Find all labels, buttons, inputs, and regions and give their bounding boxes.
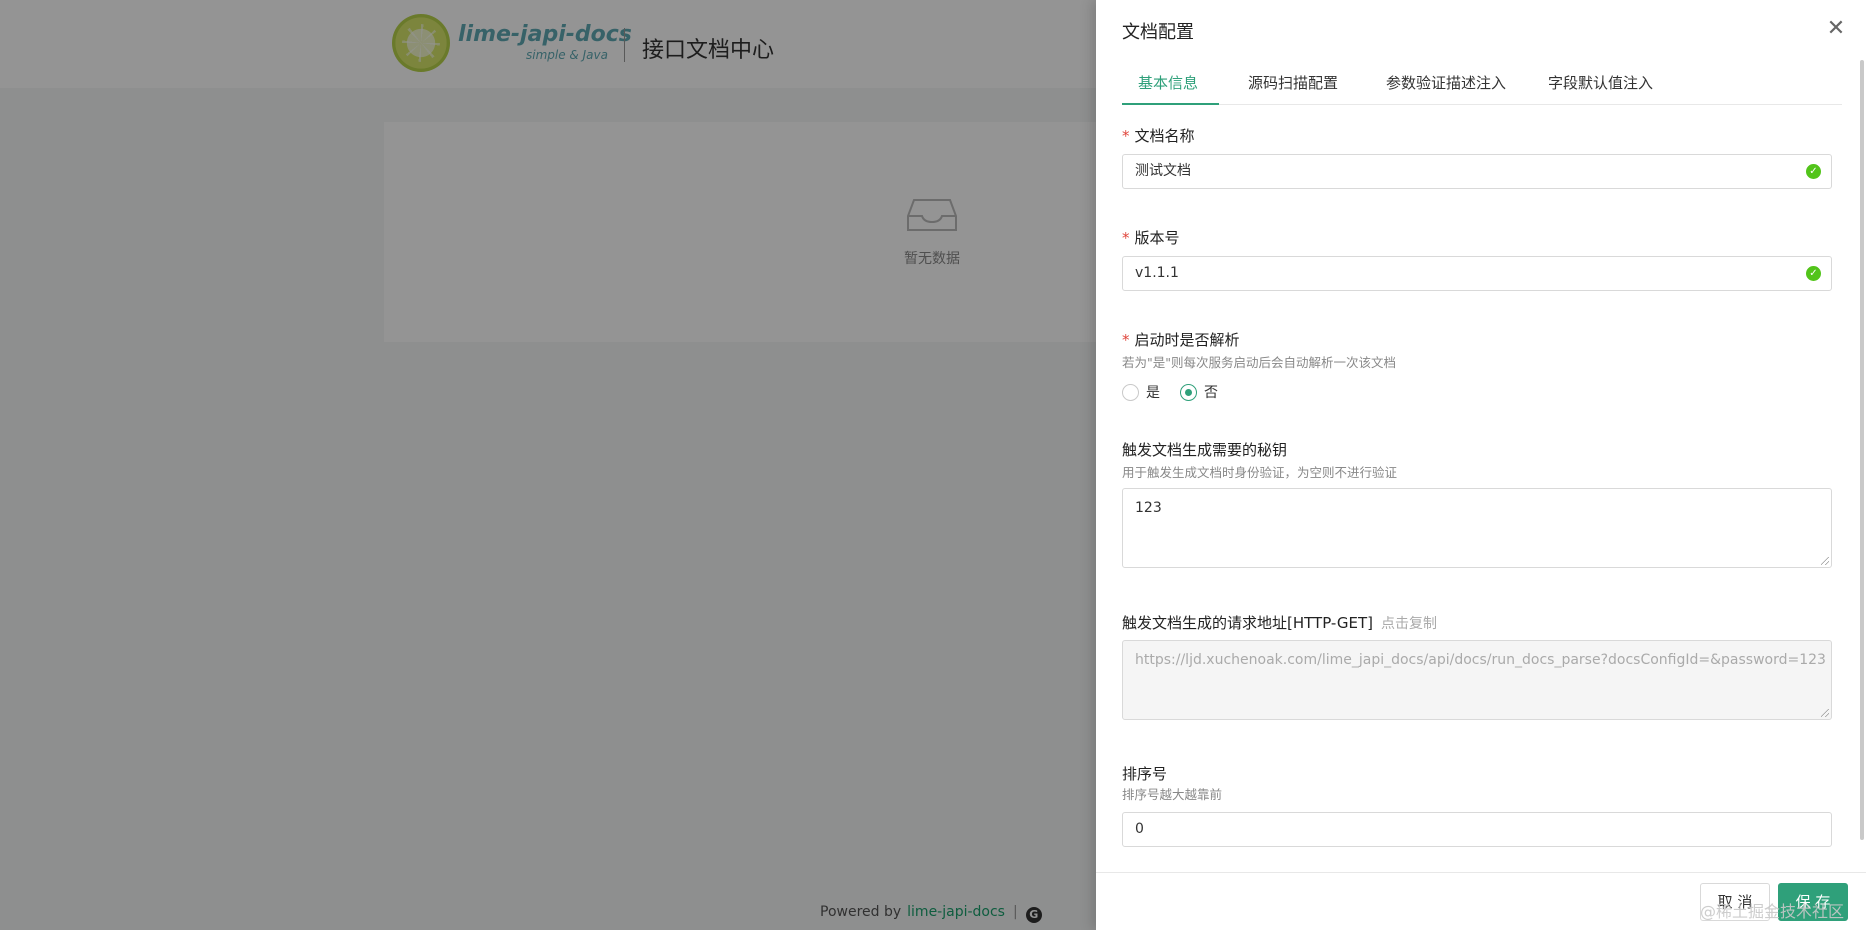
radio-yes-label: 是: [1146, 385, 1160, 401]
doc-name-input[interactable]: 测试文档 ✓: [1122, 154, 1832, 189]
tab-basic-info[interactable]: 基本信息: [1138, 72, 1198, 93]
success-check-icon: ✓: [1806, 266, 1821, 281]
secret-label: 触发文档生成需要的秘钥: [1122, 441, 1288, 459]
radio-circle-checked[interactable]: [1180, 383, 1197, 401]
sort-label: 排序号: [1122, 765, 1168, 783]
sort-help: 排序号越大越靠前: [1122, 787, 1223, 802]
config-drawer: 文档配置 ✕ 基本信息 源码扫描配置 参数验证描述注入 字段默认值注入 * 文档名…: [1096, 0, 1866, 930]
doc-name-value: 测试文档: [1135, 163, 1191, 179]
required-mark: *: [1122, 229, 1130, 247]
version-value: v1.1.1: [1135, 265, 1179, 281]
tab-active-indicator: [1122, 103, 1219, 105]
drawer-title: 文档配置: [1122, 22, 1194, 43]
resize-grip-icon: [1821, 709, 1829, 717]
parse-on-start-help: 若为"是"则每次服务启动后会自动解析一次该文档: [1122, 355, 1396, 370]
radio-no[interactable]: 否: [1180, 382, 1218, 402]
drawer-scrollbar[interactable]: [1860, 60, 1864, 840]
request-url-textarea: https://ljd.xuchenoak.com/lime_japi_docs…: [1122, 640, 1832, 720]
sort-input[interactable]: 0: [1122, 812, 1832, 847]
tab-bar: 基本信息 源码扫描配置 参数验证描述注入 字段默认值注入: [1122, 60, 1842, 105]
success-check-icon: ✓: [1806, 164, 1821, 179]
request-url-label: 触发文档生成的请求地址[HTTP-GET] 点击复制: [1122, 614, 1437, 632]
secret-help: 用于触发生成文档时身份验证，为空则不进行验证: [1122, 465, 1398, 480]
doc-name-label: * 文档名称: [1122, 127, 1195, 145]
watermark-text: @稀土掘金技术社区: [1700, 902, 1845, 921]
close-icon[interactable]: ✕: [1826, 18, 1846, 40]
request-url-value: https://ljd.xuchenoak.com/lime_japi_docs…: [1135, 652, 1826, 668]
secret-value: 123: [1135, 500, 1162, 516]
version-input[interactable]: v1.1.1 ✓: [1122, 256, 1832, 291]
radio-circle[interactable]: [1122, 383, 1139, 401]
version-label: * 版本号: [1122, 229, 1180, 247]
radio-no-label: 否: [1204, 385, 1218, 401]
resize-grip-icon[interactable]: [1821, 557, 1829, 565]
copy-link[interactable]: 点击复制: [1381, 616, 1437, 632]
tab-param-validation[interactable]: 参数验证描述注入: [1386, 72, 1506, 93]
secret-textarea[interactable]: 123: [1122, 488, 1832, 568]
parse-on-start-label: * 启动时是否解析: [1122, 331, 1240, 349]
radio-yes[interactable]: 是: [1122, 382, 1160, 402]
required-mark: *: [1122, 127, 1130, 145]
sort-value: 0: [1135, 821, 1144, 837]
tab-field-default[interactable]: 字段默认值注入: [1548, 72, 1653, 93]
required-mark: *: [1122, 331, 1130, 349]
tab-source-scan[interactable]: 源码扫描配置: [1248, 72, 1338, 93]
